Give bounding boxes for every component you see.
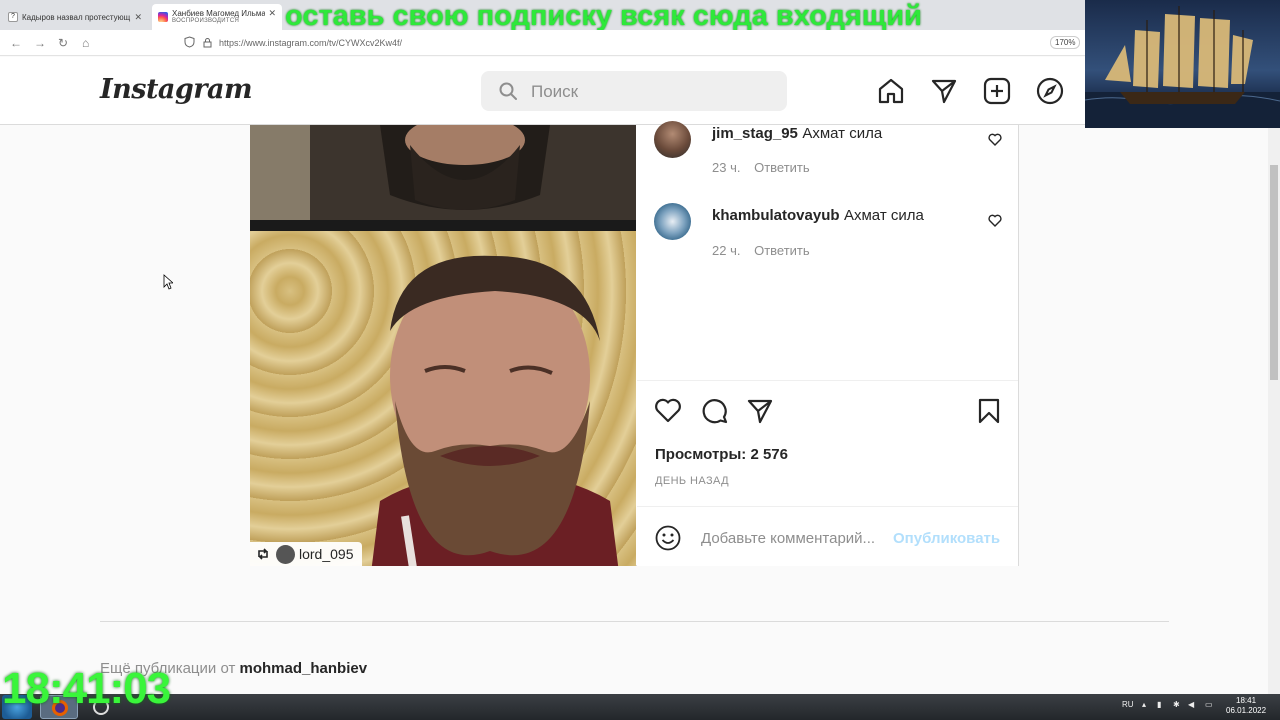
back-icon[interactable]: ←	[10, 36, 22, 50]
windows-taskbar: RU ▴ ▮ ✱ ◀ ▭ 18:41 06.01.2022	[0, 694, 1280, 720]
page-favicon-icon: ?	[8, 12, 18, 22]
instagram-logo[interactable]: Instagram	[100, 74, 253, 105]
tray-volume-icon[interactable]: ◀	[1188, 700, 1194, 709]
repost-tag[interactable]: lord_095	[250, 542, 362, 566]
system-date: 06.01.2022	[1226, 706, 1267, 715]
home-icon[interactable]	[877, 77, 905, 105]
repost-username[interactable]: lord_095	[299, 546, 354, 562]
system-time: 18:41	[1236, 696, 1257, 705]
tracking-shield-icon[interactable]	[184, 36, 195, 48]
close-tab-icon[interactable]: ✕	[134, 12, 142, 23]
avatar[interactable]	[654, 203, 691, 240]
video-frame-top[interactable]	[250, 125, 636, 220]
post-actions: Просмотры: 2 576 ДЕНЬ НАЗАД	[637, 380, 1018, 506]
reply-button[interactable]: Ответить	[754, 160, 810, 175]
mouse-cursor-icon	[163, 274, 173, 290]
more-posts-username[interactable]: mohmad_hanbiev	[240, 660, 368, 677]
avatar[interactable]	[654, 121, 691, 158]
forward-icon[interactable]: →	[34, 36, 46, 50]
tray-bluetooth-icon[interactable]: ✱	[1173, 700, 1180, 709]
address-bar: ← → ↻ ⌂ https://www.instagram.com/tv/CYW…	[0, 30, 1085, 56]
new-post-icon[interactable]	[983, 77, 1011, 105]
comment-time[interactable]: 23 ч.	[712, 160, 740, 175]
search-box[interactable]: Поиск	[481, 71, 787, 111]
url-field[interactable]: https://www.instagram.com/tv/CYWXcv2Kw4f…	[219, 38, 402, 48]
zoom-level[interactable]: 170%	[1050, 36, 1081, 49]
save-icon[interactable]	[977, 397, 1001, 425]
video-separator	[250, 220, 636, 231]
tray-battery-icon[interactable]: ▮	[1157, 700, 1161, 709]
close-tab-icon[interactable]: ✕	[268, 8, 276, 19]
system-clock[interactable]: 18:41 06.01.2022	[1226, 696, 1266, 716]
comment-item: khambulatovayub Ахмат сила 22 ч. Ответит…	[637, 203, 1018, 285]
browser-tab[interactable]: ? Кадыров назвал протестующ ✕	[2, 4, 148, 30]
language-indicator[interactable]: RU	[1122, 700, 1134, 709]
search-icon	[499, 82, 517, 100]
comment-text: Ахмат сила	[843, 207, 924, 224]
avatar	[276, 544, 295, 564]
repost-icon	[258, 548, 268, 560]
emoji-icon[interactable]	[655, 525, 681, 551]
like-icon[interactable]	[654, 397, 682, 423]
views-label: Просмотры:	[655, 446, 747, 463]
add-comment-bar: Добавьте комментарий... Опубликовать	[637, 506, 1018, 566]
reply-button[interactable]: Ответить	[754, 243, 810, 258]
tab-title: Кадыров назвал протестующ	[22, 12, 131, 22]
overlay-clock: 18:41:03	[2, 664, 171, 713]
like-comment-icon[interactable]	[988, 133, 1002, 146]
like-comment-icon[interactable]	[988, 214, 1002, 227]
views-value: 2 576	[750, 446, 788, 463]
tray-network-icon[interactable]: ▭	[1205, 700, 1213, 709]
sailing-ship-image	[1085, 0, 1280, 128]
tray-chevron-icon[interactable]: ▴	[1142, 700, 1146, 709]
post-date[interactable]: ДЕНЬ НАЗАД	[655, 475, 729, 487]
explore-icon[interactable]	[1036, 77, 1064, 105]
comment-text: Ахмат сила	[802, 125, 883, 142]
browser-tab-active[interactable]: Ханбиев Магомед Ильманович ВОСПРОИЗВОДИТ…	[152, 4, 282, 30]
search-input[interactable]: Поиск	[531, 82, 578, 102]
comment-username[interactable]: jim_stag_95	[712, 125, 798, 142]
tab-playing-label: ВОСПРОИЗВОДИТСЯ	[172, 18, 240, 24]
video-player[interactable]	[250, 231, 636, 566]
home-icon[interactable]: ⌂	[82, 36, 89, 50]
instagram-header: Instagram Поиск	[0, 57, 1085, 125]
direct-icon[interactable]	[930, 77, 958, 105]
comments-panel: jim_stag_95 Ахмат сила 23 ч. Ответить kh…	[637, 121, 1018, 380]
video-person-frame	[371, 255, 619, 566]
instagram-favicon-icon	[158, 12, 168, 22]
views-count: Просмотры: 2 576	[655, 446, 788, 463]
tab-title: Ханбиев Магомед Ильманович	[172, 8, 266, 18]
screen: ? Кадыров назвал протестующ ✕ Ханбиев Ма…	[0, 0, 1280, 720]
reload-icon[interactable]: ↻	[58, 36, 68, 50]
comment-time[interactable]: 22 ч.	[712, 243, 740, 258]
scrollbar-thumb[interactable]	[1270, 165, 1278, 380]
publish-button[interactable]: Опубликовать	[893, 530, 1000, 547]
share-icon[interactable]	[746, 397, 774, 425]
subscribe-banner: оставь свою подписку всяк сюда входящий	[285, 0, 922, 32]
comment-icon[interactable]	[700, 397, 728, 425]
comment-item: jim_stag_95 Ахмат сила 23 ч. Ответить	[637, 121, 1018, 205]
comment-input[interactable]: Добавьте комментарий...	[701, 530, 875, 547]
lock-icon[interactable]	[203, 37, 212, 48]
comment-username[interactable]: khambulatovayub	[712, 207, 840, 224]
section-divider	[100, 621, 1169, 622]
